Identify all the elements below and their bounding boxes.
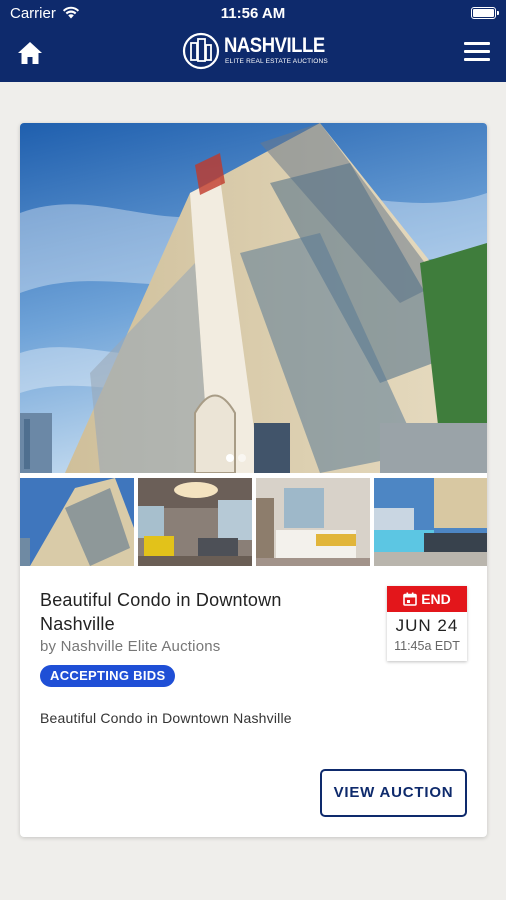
brand-logo: NASHVILLE ELITE REAL ESTATE AUCTIONS — [182, 32, 328, 70]
thumbnail-strip — [20, 478, 487, 566]
calendar-icon — [403, 592, 418, 606]
battery-icon — [471, 7, 499, 19]
status-badge: ACCEPTING BIDS — [40, 665, 176, 687]
thumbnail-living-room[interactable] — [138, 478, 252, 566]
thumbnail-pool-deck[interactable] — [374, 478, 487, 566]
status-time: 11:56 AM — [220, 5, 286, 22]
auction-end-date: END JUN 24 11:45a EDT — [387, 586, 467, 661]
hero-photo[interactable] — [20, 123, 487, 473]
carousel-dot-2[interactable] — [238, 454, 246, 462]
logo-wordmark: NASHVILLE — [224, 34, 325, 57]
end-time: 11:45a EDT — [394, 639, 460, 653]
auction-card: Beautiful Condo in Downtown Nashville by… — [20, 123, 487, 837]
end-header: END — [387, 586, 467, 612]
carousel-dot-1[interactable] — [226, 454, 234, 462]
logo-mark-icon — [182, 32, 220, 70]
end-label: END — [421, 591, 451, 607]
thumbnail-building[interactable] — [20, 478, 134, 566]
listing-byline: by Nashville Elite Auctions — [40, 638, 221, 655]
home-icon[interactable] — [16, 40, 44, 66]
end-date: JUN 24 — [395, 616, 459, 635]
view-auction-button[interactable]: VIEW AUCTION — [320, 769, 467, 817]
carousel-indicator[interactable] — [226, 449, 250, 467]
listing-description: Beautiful Condo in Downtown Nashville — [40, 710, 292, 726]
hamburger-menu-icon[interactable] — [464, 42, 490, 64]
app-header: Carrier 11:56 AM NASHVILLE ELITE REAL ES… — [0, 0, 506, 82]
status-bar: Carrier 11:56 AM — [0, 0, 506, 28]
logo-subtitle: ELITE REAL ESTATE AUCTIONS — [225, 58, 328, 65]
thumbnail-bedroom[interactable] — [256, 478, 370, 566]
listing-title: Beautiful Condo in Downtown Nashville — [40, 590, 282, 634]
